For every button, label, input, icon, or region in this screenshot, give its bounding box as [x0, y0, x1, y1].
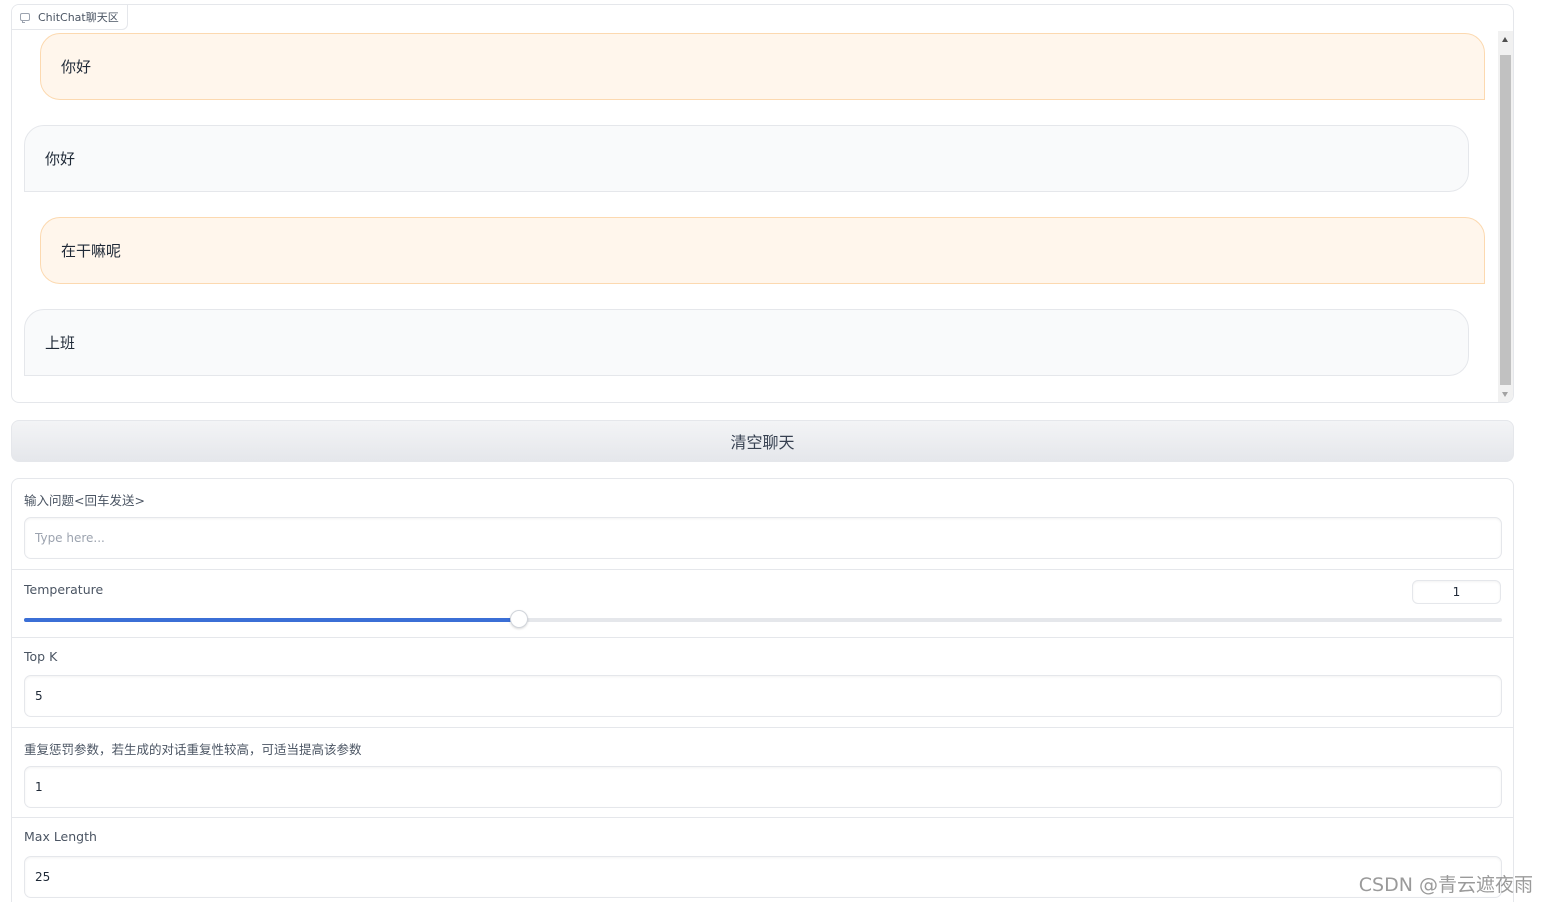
clear-chat-button[interactable]: 清空聊天	[11, 420, 1514, 462]
temperature-label: Temperature	[24, 582, 104, 597]
message-text: 你好	[45, 150, 76, 168]
question-input[interactable]	[24, 517, 1502, 559]
temperature-slider[interactable]	[24, 610, 1502, 628]
max-length-input[interactable]	[24, 856, 1502, 898]
temperature-field	[12, 570, 1513, 638]
temperature-slider-thumb[interactable]	[510, 610, 529, 628]
chatbot-panel: ChitChat聊天区 你好 你好 在干嘛呢 上班	[11, 4, 1514, 403]
repetition-penalty-input[interactable]	[24, 766, 1502, 808]
user-message: 在干嘛呢	[40, 217, 1485, 284]
app-page: ChitChat聊天区 你好 你好 在干嘛呢 上班 清空聊天 输入问题<回车发送…	[0, 0, 1549, 902]
user-message: 你好	[40, 33, 1485, 100]
temperature-number-input[interactable]	[1412, 580, 1501, 604]
scroll-up-arrow-icon[interactable]	[1502, 37, 1508, 42]
question-label: 输入问题<回车发送>	[24, 493, 145, 508]
top-k-input[interactable]	[24, 675, 1502, 717]
bot-message: 上班	[24, 309, 1469, 376]
bot-message: 你好	[24, 125, 1469, 192]
message-text: 在干嘛呢	[61, 242, 122, 260]
message-text: 你好	[61, 58, 92, 76]
settings-form: 输入问题<回车发送> Temperature Top K 重复惩罚参数，若生成的…	[11, 478, 1514, 902]
repetition-penalty-label: 重复惩罚参数，若生成的对话重复性较高，可适当提高该参数	[24, 742, 362, 757]
message-text: 上班	[45, 334, 76, 352]
chatbot-label: ChitChat聊天区	[12, 5, 128, 30]
max-length-label: Max Length	[24, 829, 97, 844]
temperature-slider-fill	[24, 618, 520, 622]
top-k-label: Top K	[24, 649, 58, 664]
question-field: 输入问题<回车发送>	[12, 479, 1513, 570]
max-length-field: Max Length	[12, 818, 1513, 902]
repetition-penalty-field: 重复惩罚参数，若生成的对话重复性较高，可适当提高该参数	[12, 728, 1513, 818]
watermark: CSDN @青云遮夜雨	[1358, 874, 1533, 896]
top-k-field: Top K	[12, 638, 1513, 728]
scroll-down-arrow-icon[interactable]	[1502, 392, 1508, 397]
scrollbar-thumb[interactable]	[1500, 55, 1511, 385]
chatbot-label-text: ChitChat聊天区	[38, 11, 119, 24]
chat-icon	[20, 13, 30, 23]
chat-scrollbar[interactable]	[1498, 31, 1513, 402]
